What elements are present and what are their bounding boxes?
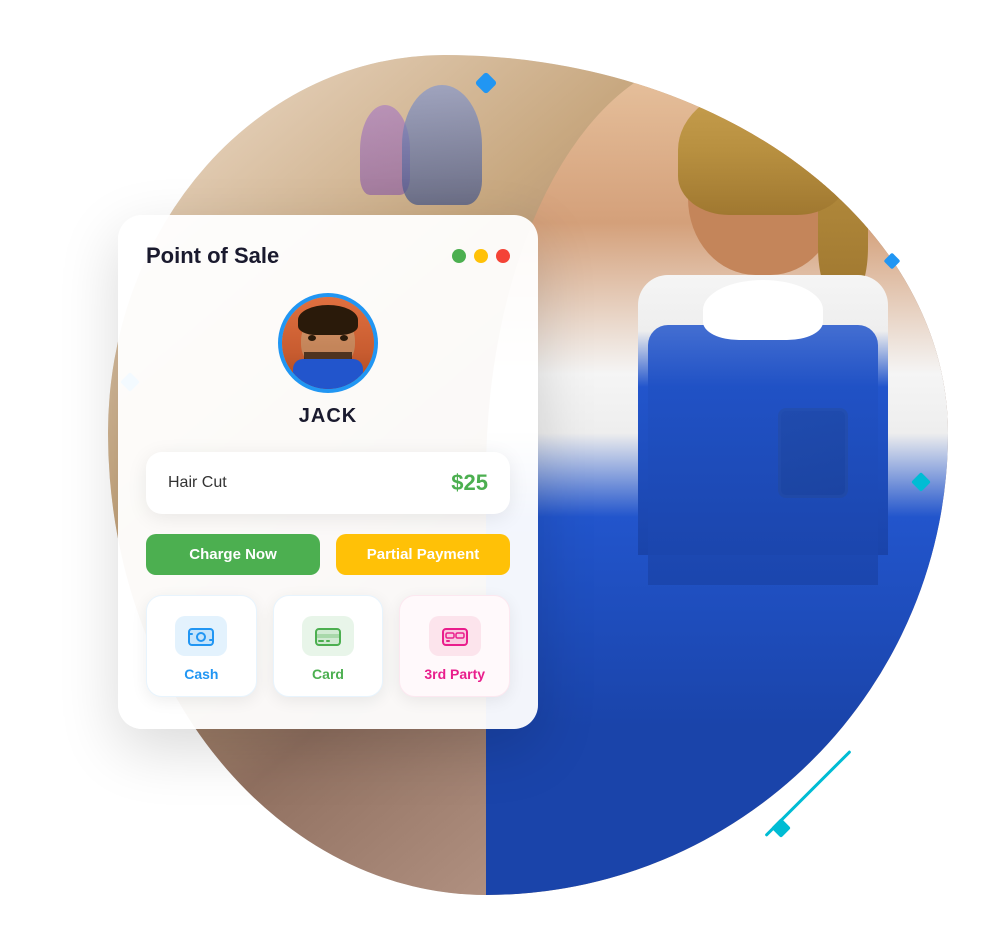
payment-option-card[interactable]: Card <box>273 595 384 697</box>
window-controls <box>452 249 510 263</box>
cash-label: Cash <box>184 666 218 682</box>
third-party-icon <box>429 616 481 656</box>
avatar-hair <box>298 305 358 335</box>
pos-title: Point of Sale <box>146 243 279 269</box>
main-scene: Point of Sale <box>48 35 948 915</box>
card-label: Card <box>312 666 344 682</box>
cash-icon <box>175 616 227 656</box>
payment-options: Cash Card <box>146 595 510 697</box>
charge-now-button[interactable]: Charge Now <box>146 534 320 575</box>
avatar-face <box>282 297 374 389</box>
payment-option-third[interactable]: 3rd Party <box>399 595 510 697</box>
action-buttons: Charge Now Partial Payment <box>146 534 510 575</box>
avatar-section: JACK <box>146 293 510 428</box>
pos-header: Point of Sale <box>146 243 510 269</box>
window-control-yellow[interactable] <box>474 249 488 263</box>
woman-hair <box>678 85 848 215</box>
service-price: $25 <box>451 470 488 496</box>
avatar-shirt <box>293 359 363 389</box>
partial-payment-button[interactable]: Partial Payment <box>336 534 510 575</box>
service-name: Hair Cut <box>168 474 227 492</box>
shirt-collar <box>703 280 823 340</box>
service-row: Hair Cut $25 <box>146 452 510 514</box>
third-party-label: 3rd Party <box>424 666 485 682</box>
avatar <box>278 293 378 393</box>
window-control-red[interactable] <box>496 249 510 263</box>
card-icon <box>302 616 354 656</box>
bg-plant-1 <box>402 85 482 205</box>
apron <box>648 325 878 585</box>
window-control-green[interactable] <box>452 249 466 263</box>
customer-name: JACK <box>299 405 357 428</box>
pos-card: Point of Sale <box>118 215 538 729</box>
payment-option-cash[interactable]: Cash <box>146 595 257 697</box>
